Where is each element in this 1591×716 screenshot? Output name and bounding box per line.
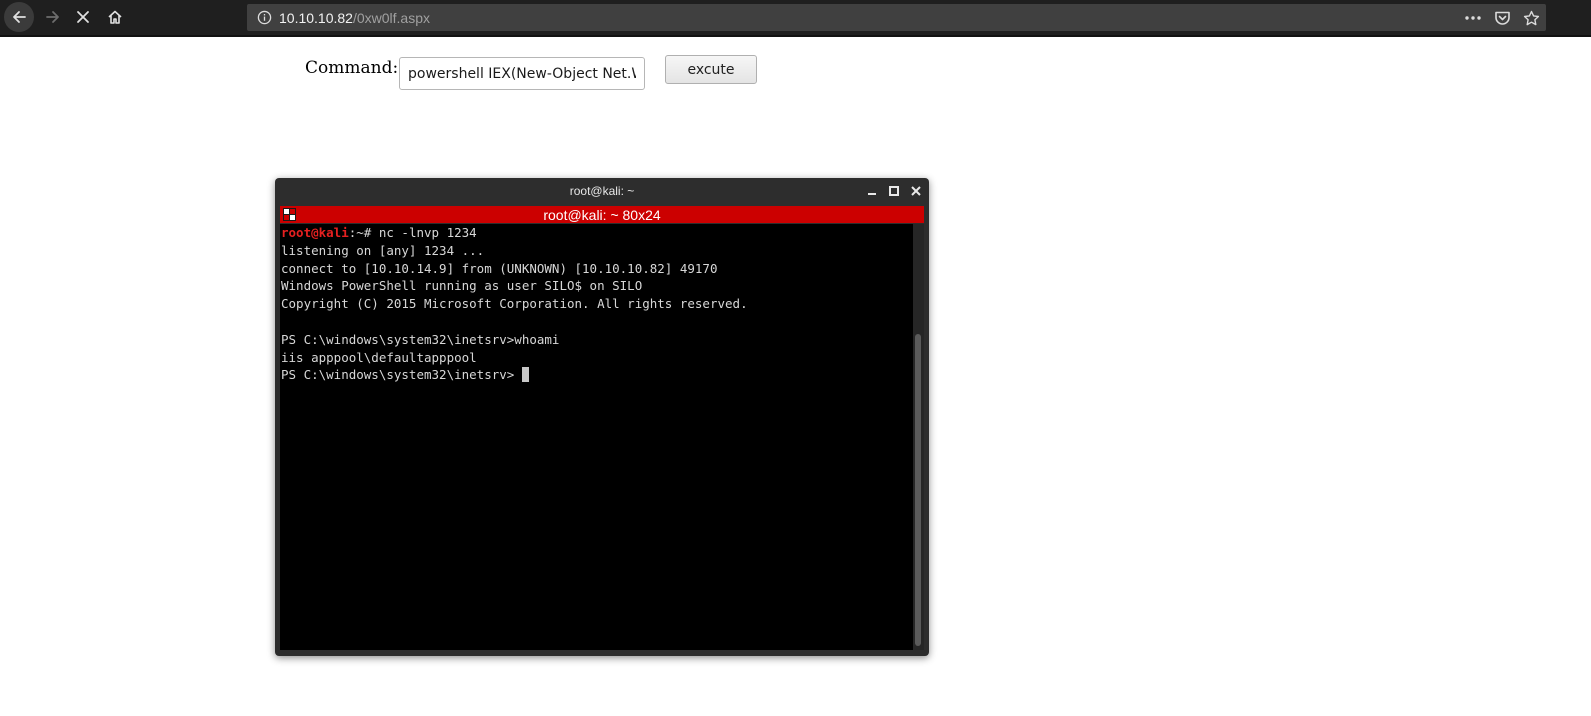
home-button[interactable] [100,2,130,32]
last-prompt: PS C:\windows\system32\inetsrv> [281,367,522,383]
terminal-tab-bar[interactable]: root@kali: ~ 80x24 [280,206,924,223]
terminal-line: Windows PowerShell running as user SILO$… [281,278,643,294]
arrow-left-icon [13,11,26,23]
terminal-window: root@kali: ~ root@kali: ~ 80x24 root@kal… [275,178,929,656]
url-text[interactable]: 10.10.10.82/0xw0lf.aspx [279,10,430,26]
pocket-icon[interactable] [1494,10,1511,26]
terminal-line: listening on [any] 1234 ... [281,242,485,258]
terminal-line: iis apppool\defaultapppool [281,349,477,365]
window-controls [867,178,921,204]
url-host: 10.10.10.82 [279,9,353,26]
url-path: /0xw0lf.aspx [352,9,431,26]
home-icon [108,10,122,24]
url-bar[interactable]: 10.10.10.82/0xw0lf.aspx [247,4,1546,31]
terminal-line: connect to [10.10.14.9] from (UNKNOWN) [… [281,260,718,276]
close-window-icon[interactable] [911,186,921,196]
url-actions [1464,4,1540,31]
terminal-line: PS C:\windows\system32\inetsrv>whoami [281,331,560,347]
arrow-right-icon [46,11,59,23]
execute-button[interactable]: excute [665,55,757,84]
terminal-titlebar[interactable]: root@kali: ~ [275,178,929,204]
stop-button[interactable] [68,2,98,32]
terminal-tab-icon [283,208,296,221]
terminal-window-title: root@kali: ~ [569,184,635,198]
scrollbar-thumb[interactable] [915,334,921,646]
terminal-scrollbar[interactable] [913,224,924,650]
info-icon[interactable] [255,9,273,27]
close-icon [77,11,89,23]
minimize-icon[interactable] [867,186,877,196]
terminal-cursor [521,367,529,383]
back-button[interactable] [4,2,34,32]
command-label: Command: [305,58,399,78]
prompt-user: root@kali [281,225,349,240]
browser-toolbar: 10.10.10.82/0xw0lf.aspx [0,0,1591,37]
terminal-line: Copyright (C) 2015 Microsoft Corporation… [281,296,748,312]
terminal-output[interactable]: root@kali:~# nc -lnvp 1234 listening on … [280,224,913,650]
star-bookmark-icon[interactable] [1523,10,1540,26]
more-actions-icon[interactable] [1464,15,1482,21]
first-command: nc -lnvp 1234 [378,225,477,240]
terminal-tab-title: root@kali: ~ 80x24 [543,206,661,223]
forward-button[interactable] [38,2,68,32]
prompt-path: :~# [348,225,379,240]
maximize-icon[interactable] [889,186,899,196]
command-input[interactable] [399,57,645,90]
